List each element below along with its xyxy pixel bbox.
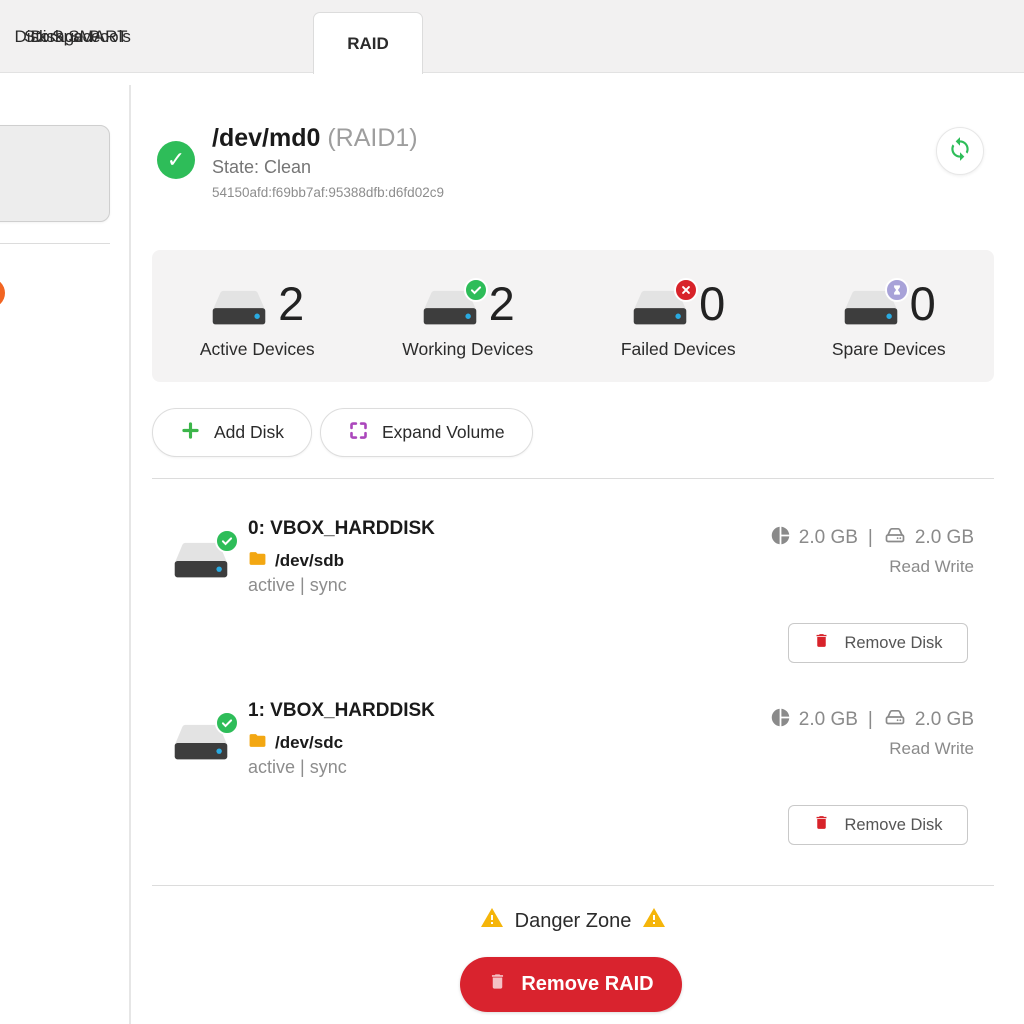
disk-icon bbox=[842, 288, 900, 330]
disk-icon bbox=[421, 288, 479, 330]
tab-storage-pools[interactable]: Storage Pools bbox=[0, 0, 155, 73]
disk-status: active | sync bbox=[248, 757, 347, 778]
content-vertical-divider bbox=[129, 85, 131, 1024]
stat-value: 2 bbox=[278, 279, 304, 328]
disk-row-1: 1: VBOX_HARDDISK /dev/sdc active | sync … bbox=[152, 687, 994, 857]
disk-sizes: 2.0 GB | 2.0 GB bbox=[770, 523, 974, 553]
disk-icon bbox=[210, 288, 268, 330]
expand-volume-button[interactable]: Expand Volume bbox=[320, 408, 533, 457]
raid-title: /dev/md0 (RAID1) bbox=[212, 123, 418, 153]
danger-zone-title: Danger Zone bbox=[152, 906, 994, 936]
raid-management-page: Disk Space Disk SMART RAID Storage Pools… bbox=[0, 0, 1024, 1024]
stat-value: 2 bbox=[489, 279, 515, 328]
disk-sizes: 2.0 GB | 2.0 GB bbox=[770, 705, 974, 735]
disk-path: /dev/sdc bbox=[275, 733, 343, 753]
remove-disk-button[interactable]: Remove Disk bbox=[788, 805, 968, 845]
remove-disk-button[interactable]: Remove Disk bbox=[788, 623, 968, 663]
folder-icon bbox=[248, 549, 267, 573]
divider bbox=[152, 478, 994, 479]
drive-icon bbox=[883, 523, 907, 553]
disk-size: 2.0 GB bbox=[915, 527, 974, 549]
disk-title: 0: VBOX_HARDDISK bbox=[248, 518, 435, 540]
remove-raid-button[interactable]: Remove RAID bbox=[460, 957, 682, 1012]
raid-device-name: /dev/md0 bbox=[212, 124, 320, 152]
stat-active-devices: 2 Active Devices bbox=[152, 250, 363, 382]
disk-title: 1: VBOX_HARDDISK bbox=[248, 700, 435, 722]
stat-value: 0 bbox=[699, 279, 725, 328]
warning-icon bbox=[642, 906, 666, 936]
stat-label: Working Devices bbox=[402, 339, 533, 360]
check-badge-icon bbox=[215, 529, 239, 553]
disk-path: /dev/sdb bbox=[275, 551, 344, 571]
raid-stats-panel: 2 Active Devices 2 Working Devices bbox=[152, 250, 994, 382]
raid-level: (RAID1) bbox=[327, 124, 417, 152]
folder-icon bbox=[248, 731, 267, 755]
stat-failed-devices: 0 Failed Devices bbox=[573, 250, 784, 382]
disk-mode: Read Write bbox=[889, 739, 974, 759]
separator: | bbox=[866, 527, 875, 549]
disk-path-line: /dev/sdb bbox=[248, 549, 344, 573]
disk-icon bbox=[172, 539, 230, 583]
trash-icon bbox=[488, 972, 507, 997]
stat-label: Failed Devices bbox=[621, 339, 736, 360]
disk-used: 2.0 GB bbox=[799, 709, 858, 731]
error-badge-icon bbox=[674, 278, 698, 302]
disk-icon bbox=[631, 288, 689, 330]
disk-used: 2.0 GB bbox=[799, 527, 858, 549]
stat-value: 0 bbox=[910, 279, 936, 328]
refresh-button[interactable] bbox=[936, 127, 984, 175]
refresh-icon bbox=[947, 136, 973, 167]
disk-path-line: /dev/sdc bbox=[248, 731, 343, 755]
pie-chart-icon bbox=[770, 525, 791, 552]
stat-working-devices: 2 Working Devices bbox=[363, 250, 574, 382]
disk-status: active | sync bbox=[248, 575, 347, 596]
check-badge-icon bbox=[464, 278, 488, 302]
trash-icon bbox=[813, 632, 830, 654]
expand-icon bbox=[348, 420, 369, 446]
hourglass-badge-icon bbox=[885, 278, 909, 302]
sidebar-divider bbox=[0, 243, 110, 244]
stat-label: Active Devices bbox=[200, 339, 315, 360]
raid-status-ok-icon: ✓ bbox=[157, 141, 195, 179]
pie-chart-icon bbox=[770, 707, 791, 734]
stat-spare-devices: 0 Spare Devices bbox=[784, 250, 995, 382]
disk-size: 2.0 GB bbox=[915, 709, 974, 731]
sidebar-orange-indicator bbox=[0, 278, 5, 308]
drive-icon bbox=[883, 705, 907, 735]
disk-icon bbox=[172, 721, 230, 765]
stat-label: Spare Devices bbox=[832, 339, 946, 360]
disk-row-0: 0: VBOX_HARDDISK /dev/sdb active | sync … bbox=[152, 505, 994, 675]
separator: | bbox=[866, 709, 875, 731]
check-badge-icon bbox=[215, 711, 239, 735]
disk-mode: Read Write bbox=[889, 557, 974, 577]
plus-icon bbox=[180, 420, 201, 446]
raid-state: State: Clean bbox=[212, 157, 311, 178]
sidebar-raid-card[interactable] bbox=[0, 125, 110, 222]
warning-icon bbox=[480, 906, 504, 936]
tab-raid[interactable]: RAID bbox=[313, 12, 423, 74]
trash-icon bbox=[813, 814, 830, 836]
raid-uuid: 54150afd:f69bb7af:95388dfb:d6fd02c9 bbox=[212, 185, 444, 200]
divider bbox=[152, 885, 994, 886]
check-icon: ✓ bbox=[167, 149, 185, 171]
add-disk-button[interactable]: Add Disk bbox=[152, 408, 312, 457]
tab-bar: Disk Space Disk SMART RAID Storage Pools bbox=[0, 0, 1024, 73]
